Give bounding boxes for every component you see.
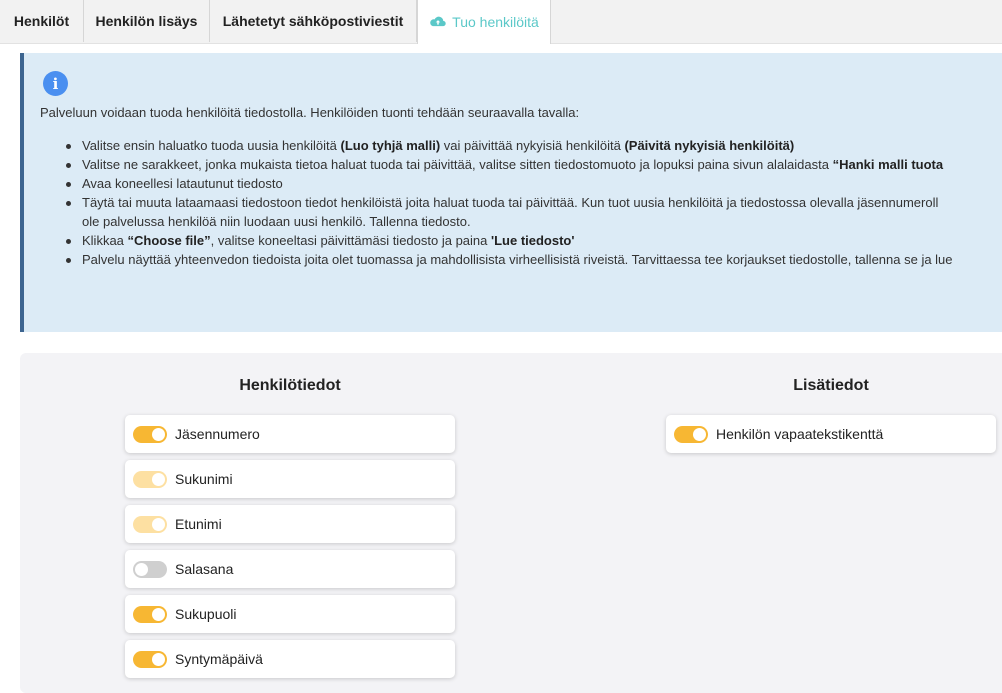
instruction-text: , valitse koneeltasi päivittämäsi tiedos… — [210, 233, 491, 248]
field-toggle[interactable] — [133, 471, 167, 488]
tab-henkilon-lisays[interactable]: Henkilön lisäys — [84, 0, 210, 42]
field-toggle[interactable] — [133, 426, 167, 443]
instruction-text: Klikkaa — [82, 233, 128, 248]
field-toggle[interactable] — [674, 426, 708, 443]
field-card: Salasana — [125, 550, 455, 588]
field-card: Jäsennumero — [125, 415, 455, 453]
field-selection-panel: Henkilötiedot Lisätiedot Jäsennumero Suku… — [20, 353, 1002, 693]
field-label: Sukunimi — [175, 471, 233, 487]
instruction-text: Avaa koneellesi latautunut tiedosto — [82, 176, 283, 191]
field-label: Salasana — [175, 561, 234, 577]
instruction-emphasis: “Hanki malli tuota — [832, 157, 944, 172]
field-label: Henkilön vapaatekstikenttä — [716, 426, 884, 442]
instruction-text: vai päivittää nykyisiä henkilöitä — [440, 138, 625, 153]
instruction-step: ole palvelussa henkilöä niin luodaan uus… — [64, 212, 953, 231]
toggle-knob — [152, 653, 165, 666]
field-toggle[interactable] — [133, 606, 167, 623]
instruction-step: Täytä tai muuta lataamaasi tiedostoon ti… — [64, 193, 953, 212]
field-card: Henkilön vapaatekstikenttä — [666, 415, 996, 453]
field-card: Sukupuoli — [125, 595, 455, 633]
tab-bar: Henkilöt Henkilön lisäys Lähetetyt sähkö… — [0, 0, 1002, 44]
instruction-text: Palvelu näyttää yhteenvedon tiedoista jo… — [82, 252, 953, 267]
column-title-henkilotiedot: Henkilötiedot — [239, 377, 341, 394]
field-card: Syntymäpäivä — [125, 640, 455, 678]
tab-label: Lähetetyt sähköpostiviestit — [222, 13, 404, 29]
cloud-upload-icon — [430, 16, 446, 27]
toggle-knob — [152, 428, 165, 441]
field-card: Sukunimi — [125, 460, 455, 498]
instruction-step: Klikkaa “Choose file”, valitse koneeltas… — [64, 231, 953, 250]
field-label: Etunimi — [175, 516, 222, 532]
instruction-step: Valitse ensin haluatko tuoda uusia henki… — [64, 136, 953, 155]
instructions-intro: Palveluun voidaan tuoda henkilöitä tiedo… — [40, 105, 580, 120]
field-toggle[interactable] — [133, 561, 167, 578]
instruction-emphasis: (Luo tyhjä malli) — [340, 138, 441, 153]
tab-lahetetyt-sahkopostiviestit[interactable]: Lähetetyt sähköpostiviestit — [210, 0, 417, 42]
instruction-text: Valitse ne sarakkeet, jonka mukaista tie… — [82, 157, 833, 172]
tab-tuo-henkiloita[interactable]: Tuo henkilöitä — [417, 0, 551, 44]
toggle-knob — [152, 473, 165, 486]
field-label: Sukupuoli — [175, 606, 237, 622]
instruction-step: Avaa koneellesi latautunut tiedosto — [64, 174, 953, 193]
column-title-lisatiedot: Lisätiedot — [793, 377, 869, 394]
tab-label: Tuo henkilöitä — [452, 14, 539, 30]
tab-label: Henkilön lisäys — [95, 13, 198, 29]
instructions-box: i Palveluun voidaan tuoda henkilöitä tie… — [20, 53, 1002, 332]
tab-label: Henkilöt — [13, 13, 70, 29]
instruction-text: Täytä tai muuta lataamaasi tiedostoon ti… — [82, 195, 939, 210]
field-label: Jäsennumero — [175, 426, 260, 442]
field-label: Syntymäpäivä — [175, 651, 263, 667]
toggle-knob — [135, 563, 148, 576]
instructions-list: Valitse ensin haluatko tuoda uusia henki… — [64, 136, 953, 269]
instruction-emphasis: 'Lue tiedosto' — [491, 233, 575, 248]
toggle-knob — [152, 518, 165, 531]
instruction-text: ole palvelussa henkilöä niin luodaan uus… — [82, 214, 471, 229]
instruction-step: Valitse ne sarakkeet, jonka mukaista tie… — [64, 155, 953, 174]
tab-henkilot[interactable]: Henkilöt — [0, 0, 84, 42]
field-card: Etunimi — [125, 505, 455, 543]
toggle-knob — [152, 608, 165, 621]
field-toggle[interactable] — [133, 651, 167, 668]
instruction-emphasis: “Choose file” — [127, 233, 211, 248]
instruction-emphasis: (Päivitä nykyisiä henkilöitä) — [624, 138, 795, 153]
toggle-knob — [693, 428, 706, 441]
info-icon: i — [43, 71, 68, 96]
instruction-step: Palvelu näyttää yhteenvedon tiedoista jo… — [64, 250, 953, 269]
instruction-text: Valitse ensin haluatko tuoda uusia henki… — [82, 138, 341, 153]
field-toggle[interactable] — [133, 516, 167, 533]
